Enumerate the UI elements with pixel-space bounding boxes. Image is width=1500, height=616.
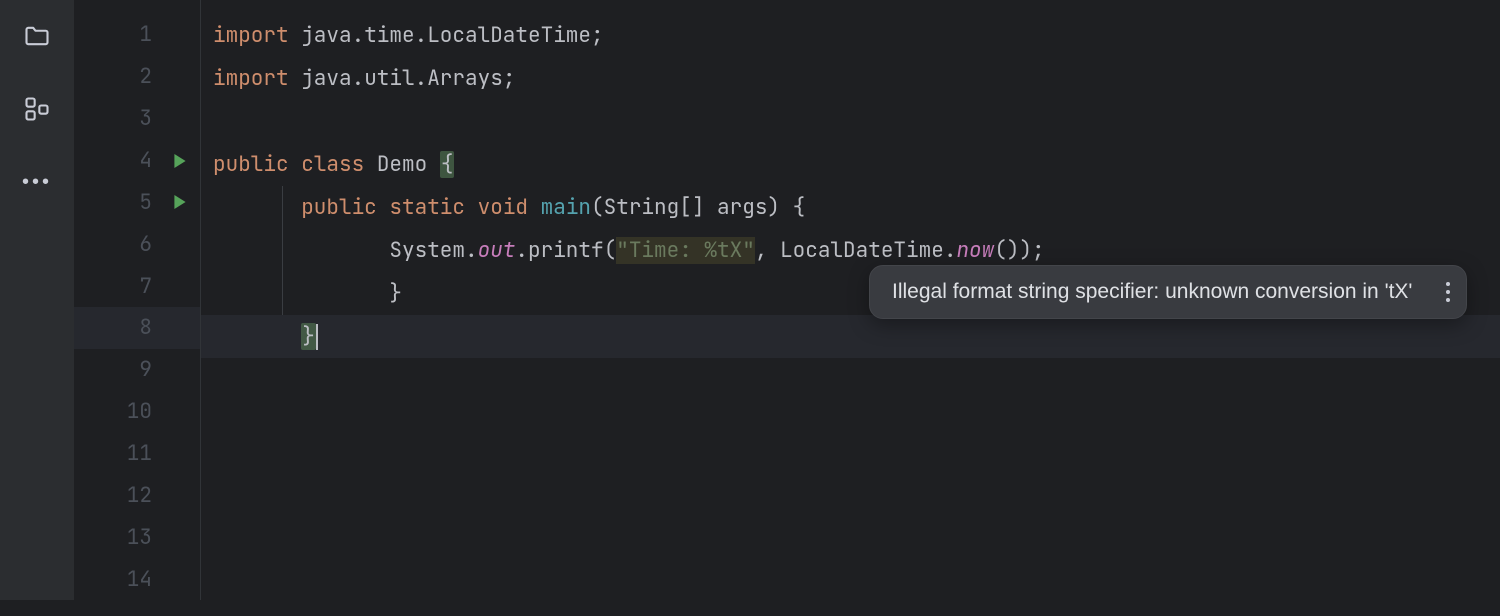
code-line[interactable]: import java.util.Arrays;	[201, 57, 1500, 100]
run-gutter-icon[interactable]	[170, 154, 190, 168]
text-caret	[316, 324, 318, 350]
code-line[interactable]	[201, 487, 1500, 530]
line-number: 9	[108, 356, 152, 383]
gutter: 1 2 3 4 5 6 7 8 9 10 11 12 13 14	[74, 0, 200, 600]
line-number: 7	[108, 273, 152, 300]
line-number: 1	[108, 21, 152, 48]
line-number: 4	[108, 147, 152, 174]
code-line[interactable]	[201, 358, 1500, 401]
line-number: 13	[108, 524, 152, 551]
structure-icon[interactable]	[23, 95, 51, 123]
code-line[interactable]	[201, 100, 1500, 143]
line-number: 14	[108, 566, 152, 593]
code-line[interactable]: import java.time.LocalDateTime;	[201, 14, 1500, 57]
line-number: 8	[108, 314, 152, 341]
tooltip-message: Illegal format string specifier: unknown…	[892, 280, 1412, 304]
code-line[interactable]: public class Demo {	[201, 143, 1500, 186]
line-number: 12	[108, 482, 152, 509]
line-number: 11	[108, 440, 152, 467]
line-number: 5	[108, 189, 152, 216]
code-line[interactable]	[201, 573, 1500, 616]
more-icon[interactable]: •••	[23, 168, 51, 196]
run-gutter-icon[interactable]	[170, 195, 190, 209]
line-number: 10	[108, 398, 152, 425]
line-number: 3	[108, 105, 152, 132]
code-area[interactable]: import java.time.LocalDateTime; import j…	[200, 0, 1500, 600]
code-line[interactable]	[201, 401, 1500, 444]
code-line[interactable]: }	[201, 315, 1500, 358]
line-number: 6	[108, 231, 152, 258]
activity-bar: •••	[0, 0, 74, 600]
inspection-tooltip[interactable]: Illegal format string specifier: unknown…	[869, 265, 1467, 319]
code-editor[interactable]: 1 2 3 4 5 6 7 8 9 10 11 12 13 14 import …	[74, 0, 1500, 600]
code-line[interactable]	[201, 530, 1500, 573]
code-line[interactable]: public static void main(String[] args) {	[201, 186, 1500, 229]
folder-icon[interactable]	[23, 22, 51, 50]
code-line[interactable]	[201, 444, 1500, 487]
line-number: 2	[108, 63, 152, 90]
more-actions-icon[interactable]	[1446, 282, 1450, 302]
